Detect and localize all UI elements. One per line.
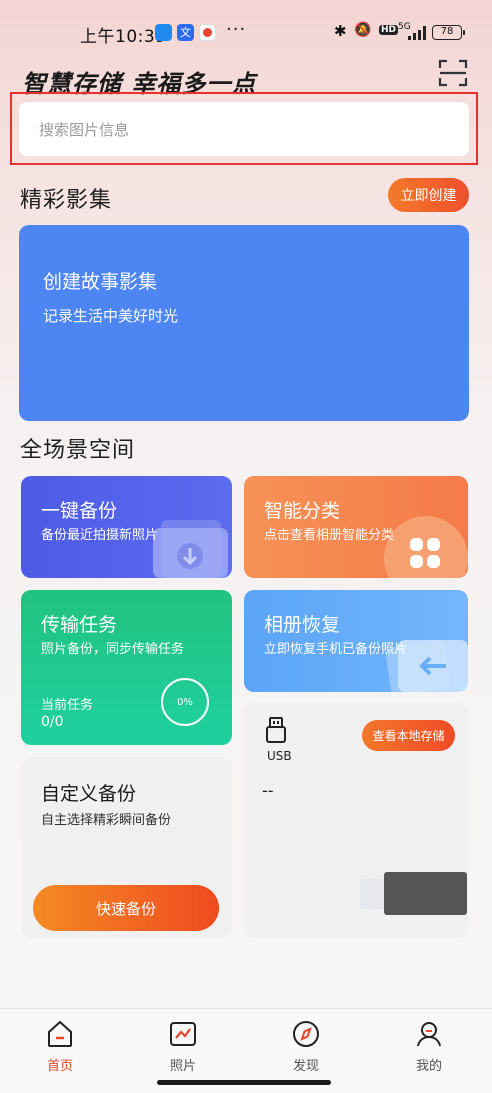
progress-percent: 0%: [177, 696, 193, 708]
nav-label-discover: 发现: [292, 1059, 319, 1074]
usb-stick-graphic: [384, 872, 467, 915]
translate-app-icon: 文: [177, 24, 194, 41]
transfer-subtitle: 照片备份，同步传输任务: [41, 642, 185, 657]
one-click-backup-card[interactable]: 一键备份 备份最近拍摄新照片: [21, 476, 232, 578]
backup-folder-icon: [153, 520, 228, 578]
scenes-section-title: 全场景空间: [20, 438, 136, 463]
usb-icon: [266, 717, 286, 743]
backup-title: 一键备份: [41, 500, 118, 522]
more-notifications-icon: ···: [226, 19, 247, 40]
classify-title: 智能分类: [264, 500, 341, 522]
photo-icon: [170, 1022, 196, 1046]
current-task-label: 当前任务: [41, 698, 94, 713]
create-album-button[interactable]: 立即创建: [388, 178, 469, 212]
current-task-count: 0/0: [41, 714, 64, 730]
usb-plug-graphic: [360, 879, 385, 909]
banner-title: 创建故事影集: [43, 271, 158, 293]
nav-label-mine: 我的: [415, 1059, 442, 1074]
backup-subtitle: 备份最近拍摄新照片: [41, 528, 159, 543]
battery-indicator: 78: [432, 25, 465, 40]
classify-icon: [384, 516, 468, 578]
smart-classify-card[interactable]: 智能分类 点击查看相册智能分类: [244, 476, 468, 578]
usb-label: USB: [267, 749, 292, 763]
custom-subtitle: 自主选择精彩瞬间备份: [41, 813, 172, 828]
chat-app-icon: [155, 24, 172, 41]
story-album-banner[interactable]: 创建故事影集 记录生活中美好时光: [19, 225, 469, 421]
transfer-title: 传输任务: [41, 614, 118, 636]
usb-storage-card: USB -- 查看本地存储: [244, 703, 468, 938]
nav-item-home[interactable]: 首页: [20, 1019, 100, 1074]
custom-backup-card[interactable]: 自定义备份 自主选择精彩瞬间备份 快速备份: [21, 757, 232, 938]
nav-item-photos[interactable]: 照片: [143, 1019, 223, 1074]
progress-ring: 0%: [161, 678, 209, 726]
nav-item-mine[interactable]: 我的: [389, 1019, 469, 1074]
custom-title: 自定义备份: [41, 783, 137, 805]
profile-icon: [417, 1022, 441, 1047]
home-icon: [48, 1020, 72, 1047]
nav-label-photos: 照片: [169, 1059, 196, 1074]
home-indicator[interactable]: [157, 1080, 331, 1085]
nav-label-home: 首页: [46, 1059, 73, 1074]
classify-subtitle: 点击查看相册智能分类: [264, 528, 395, 543]
hd-icon: HD: [379, 25, 399, 35]
usb-value: --: [262, 781, 274, 800]
bluetooth-icon: ✱: [334, 22, 347, 40]
nav-item-discover[interactable]: 发现: [266, 1019, 346, 1074]
scan-icon[interactable]: [438, 58, 468, 88]
search-placeholder: 搜索图片信息: [39, 120, 130, 139]
restore-title: 相册恢复: [264, 614, 341, 636]
banner-subtitle: 记录生活中美好时光: [43, 307, 179, 325]
status-bar: 上午10:39 文 ··· ✱ 🔕 HD 5G 78: [0, 0, 492, 64]
transfer-task-card[interactable]: 传输任务 照片备份，同步传输任务 当前任务 0/0 0%: [21, 590, 232, 745]
quick-backup-button[interactable]: 快速备份: [33, 885, 219, 931]
signal-icon: [408, 26, 426, 40]
mute-icon: 🔕: [354, 22, 372, 38]
view-local-storage-button[interactable]: 查看本地存储: [362, 720, 455, 751]
albums-section-title: 精彩影集: [20, 188, 113, 213]
status-time: 上午10:39: [80, 27, 167, 47]
restore-subtitle: 立即恢复手机已备份照片: [264, 642, 408, 657]
search-input[interactable]: 搜索图片信息: [19, 102, 469, 156]
compass-icon: [293, 1021, 319, 1047]
news-app-icon: [199, 24, 216, 41]
album-restore-card[interactable]: 相册恢复 立即恢复手机已备份照片: [244, 590, 468, 692]
